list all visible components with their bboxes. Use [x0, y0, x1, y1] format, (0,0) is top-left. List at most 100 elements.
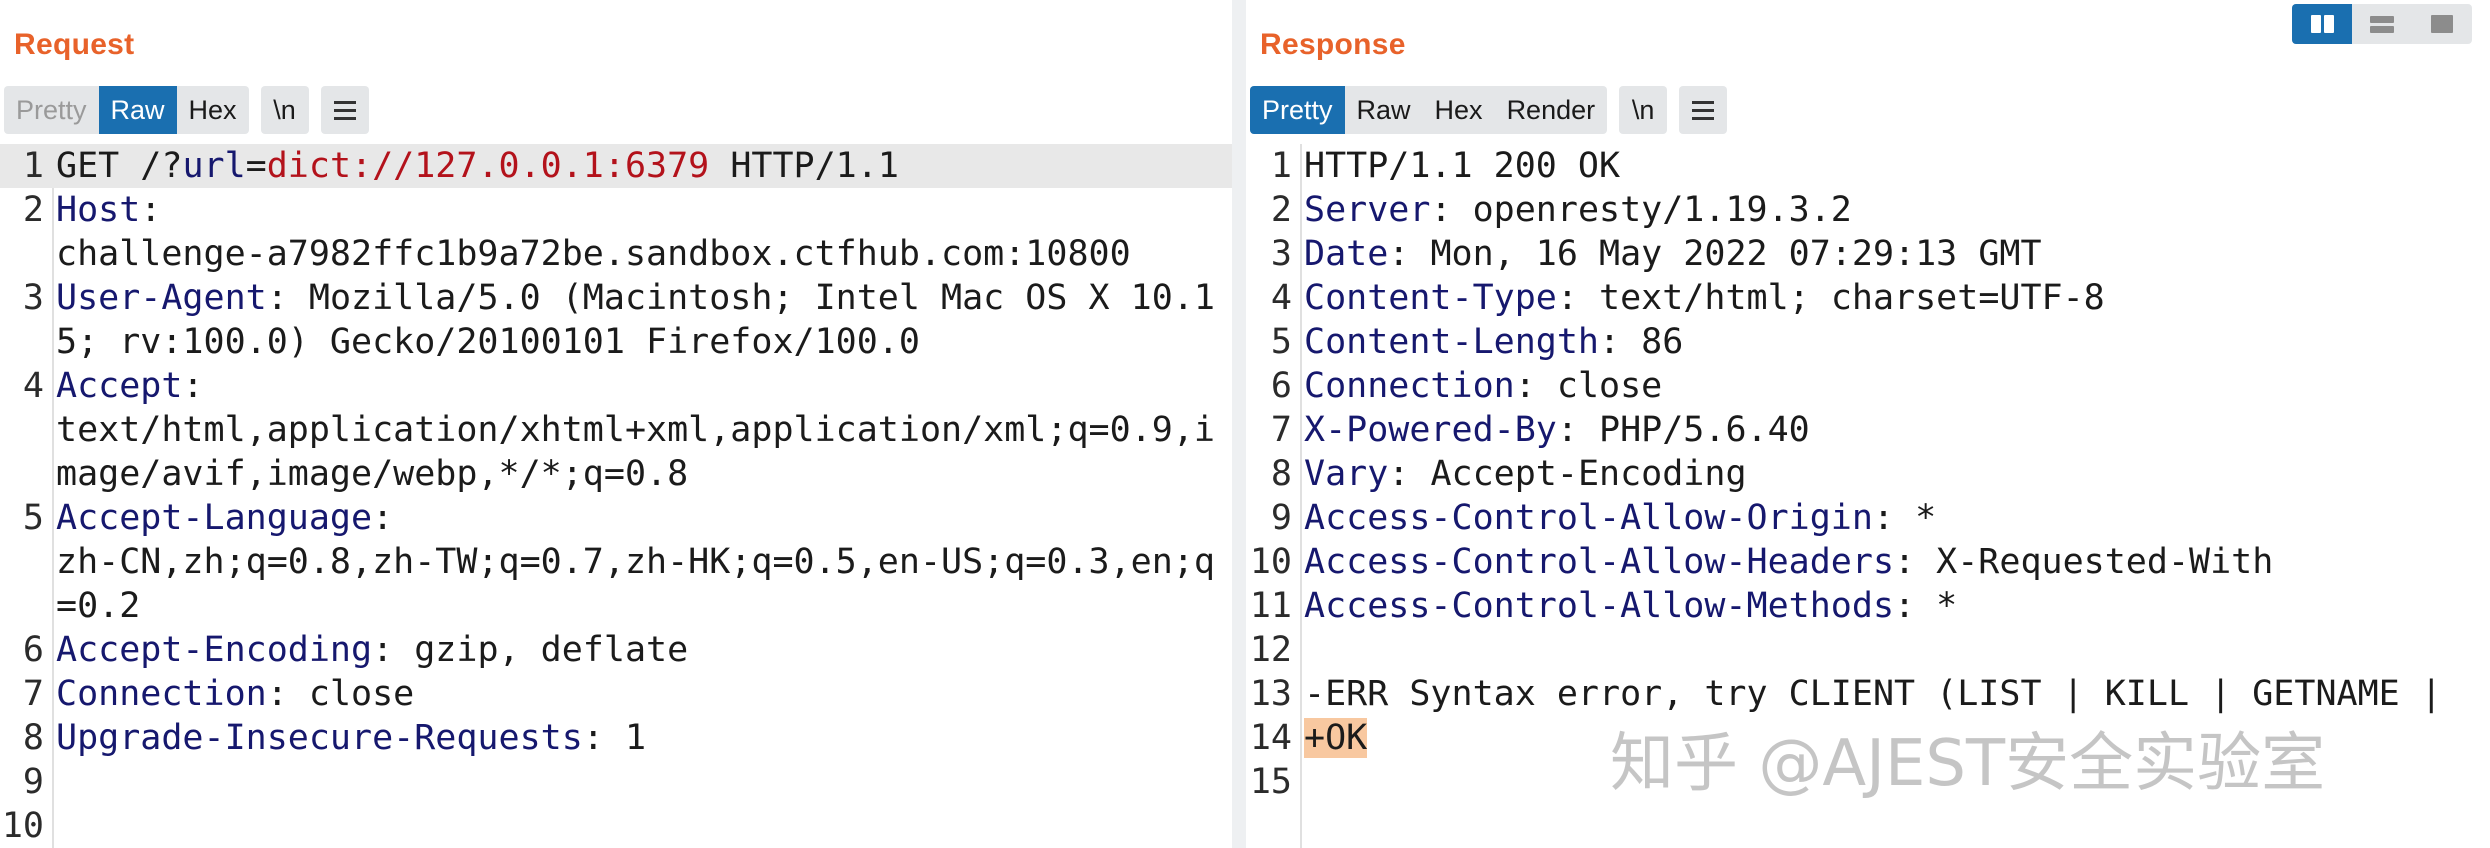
header-name: X-Powered-By [1304, 410, 1557, 450]
header-value: gzip, deflate [393, 630, 689, 670]
header-value: X-Requested-With [1915, 542, 2274, 582]
header-separator: : [266, 278, 288, 318]
request-line: 3 User-Agent: Mozilla/5.0 (Macintosh; Int… [0, 276, 1232, 364]
line-number: 1 [22, 146, 44, 186]
response-line: 1 HTTP/1.1 200 OK [1246, 144, 2490, 188]
response-line: 7 X-Powered-By: PHP/5.6.40 [1246, 408, 2490, 452]
body-text: -ERR Syntax error, try CLIENT (LIST | KI… [1304, 674, 2442, 714]
header-value: 86 [1620, 322, 1684, 362]
hamburger-menu-icon [1692, 100, 1715, 120]
line-number: 4 [22, 366, 44, 406]
response-tab-hex[interactable]: Hex [1423, 86, 1495, 134]
pane-divider[interactable] [1232, 0, 1246, 848]
request-method: GET /? [56, 146, 183, 186]
header-value: Accept-Encoding [1409, 454, 1747, 494]
request-tab-raw[interactable]: Raw [98, 86, 177, 134]
request-line: 10 [0, 804, 1232, 848]
request-line: 9 [0, 760, 1232, 804]
response-line: 4 Content-Type: text/html; charset=UTF-8 [1246, 276, 2490, 320]
line-text: Access-Control-Allow-Headers: X-Requeste… [1300, 540, 2490, 584]
header-separator: : [1894, 586, 1916, 626]
line-number: 3 [22, 278, 44, 318]
body-text: HTTP/1.1 200 OK [1304, 146, 1621, 186]
request-editor[interactable]: 1 GET /?url=dict://127.0.0.1:6379 HTTP/1.… [0, 144, 1232, 848]
response-toolbar: Pretty Raw Hex Render \n [1250, 86, 1728, 134]
response-tab-raw[interactable]: Raw [1345, 86, 1423, 134]
response-tab-pretty[interactable]: Pretty [1250, 86, 1345, 134]
line-number: 1 [1270, 146, 1292, 186]
line-text: Accept-Encoding: gzip, deflate [52, 628, 1232, 672]
response-line: 9 Access-Control-Allow-Origin: * [1246, 496, 2490, 540]
request-protocol: HTTP/1.1 [709, 146, 899, 186]
header-separator: : [1872, 498, 1895, 538]
response-title: Response [1260, 28, 1406, 61]
query-param-name: url [182, 146, 246, 186]
header-separator: : [372, 630, 394, 670]
request-line: 1 GET /?url=dict://127.0.0.1:6379 HTTP/1.… [0, 144, 1232, 188]
response-menu-button[interactable] [1679, 86, 1728, 134]
request-view-mode-tabs: Pretty Raw Hex [4, 86, 249, 134]
response-line: 14 +OK [1246, 716, 2490, 760]
header-value: * [1915, 586, 1958, 626]
header-separator: : [1599, 322, 1621, 362]
line-number: 12 [1249, 630, 1292, 670]
request-tab-hex[interactable]: Hex [177, 86, 249, 134]
line-text: Host: challenge-a7982ffc1b9a72be.sandbox… [52, 188, 1232, 276]
line-number: 5 [1270, 322, 1292, 362]
request-toolbar: Pretty Raw Hex \n [4, 86, 369, 134]
line-number: 15 [1249, 762, 1292, 802]
line-number: 7 [22, 674, 44, 714]
request-pane: Request Pretty Raw Hex \n 1 GET /?url=dic… [0, 0, 1232, 848]
header-name: Accept-Language [56, 498, 373, 538]
line-text: +OK [1300, 716, 2490, 760]
split-rows-view-button[interactable] [2352, 4, 2412, 44]
response-newline-toggle[interactable]: \n [1619, 86, 1668, 134]
line-number: 2 [22, 190, 44, 230]
response-line: 6 Connection: close [1246, 364, 2490, 408]
request-line: 6 Accept-Encoding: gzip, deflate [0, 628, 1232, 672]
split-columns-view-icon [2310, 15, 2334, 33]
line-text: Access-Control-Allow-Origin: * [1300, 496, 2490, 540]
header-separator: : [1894, 542, 1916, 582]
header-separator: : [1514, 366, 1536, 406]
response-line: 10 Access-Control-Allow-Headers: X-Reques… [1246, 540, 2490, 584]
line-text: Date: Mon, 16 May 2022 07:29:13 GMT [1300, 232, 2490, 276]
response-line: 5 Content-Length: 86 [1246, 320, 2490, 364]
header-value: * [1894, 498, 1937, 538]
single-pane-view-icon [2431, 15, 2453, 33]
request-menu-button[interactable] [320, 86, 369, 134]
line-number: 7 [1270, 410, 1292, 450]
header-separator: : [1556, 410, 1578, 450]
response-editor[interactable]: 1 HTTP/1.1 200 OK 2 Server: openresty/1.19.… [1246, 144, 2490, 848]
line-number: 8 [22, 718, 44, 758]
layout-view-toggle [2292, 4, 2472, 44]
response-tab-render[interactable]: Render [1495, 86, 1608, 134]
header-separator: : [1388, 454, 1410, 494]
header-name: Content-Length [1304, 322, 1600, 362]
split-columns-view-button[interactable] [2292, 4, 2352, 44]
single-pane-view-button[interactable] [2412, 4, 2472, 44]
header-separator: : [266, 674, 288, 714]
query-param-value: dict://127.0.0.1:6379 [266, 146, 710, 186]
line-number: 13 [1249, 674, 1292, 714]
header-name: Access-Control-Allow-Headers [1304, 542, 1895, 582]
header-value: PHP/5.6.40 [1577, 410, 1810, 450]
response-line: 3 Date: Mon, 16 May 2022 07:29:13 GMT [1246, 232, 2490, 276]
line-number: 8 [1270, 454, 1292, 494]
line-text: Access-Control-Allow-Methods: * [1300, 584, 2490, 628]
header-separator: : [182, 366, 204, 406]
query-equals: = [245, 146, 267, 186]
request-newline-toggle[interactable]: \n [260, 86, 309, 134]
line-text: Content-Type: text/html; charset=UTF-8 [1300, 276, 2490, 320]
line-text: Accept-Language: zh-CN,zh;q=0.8,zh-TW;q=… [52, 496, 1232, 628]
header-value: text/html,application/xhtml+xml,applicat… [56, 410, 1215, 494]
line-number: 5 [22, 498, 44, 538]
header-name: Access-Control-Allow-Methods [1304, 586, 1895, 626]
header-name: Accept [56, 366, 183, 406]
line-text: GET /?url=dict://127.0.0.1:6379 HTTP/1.1 [52, 144, 1232, 188]
line-text: Accept: text/html,application/xhtml+xml,… [52, 364, 1232, 496]
request-tab-pretty[interactable]: Pretty [4, 86, 99, 134]
header-separator: : [372, 498, 394, 538]
response-line: 8 Vary: Accept-Encoding [1246, 452, 2490, 496]
request-line: 8 Upgrade-Insecure-Requests: 1 [0, 716, 1232, 760]
